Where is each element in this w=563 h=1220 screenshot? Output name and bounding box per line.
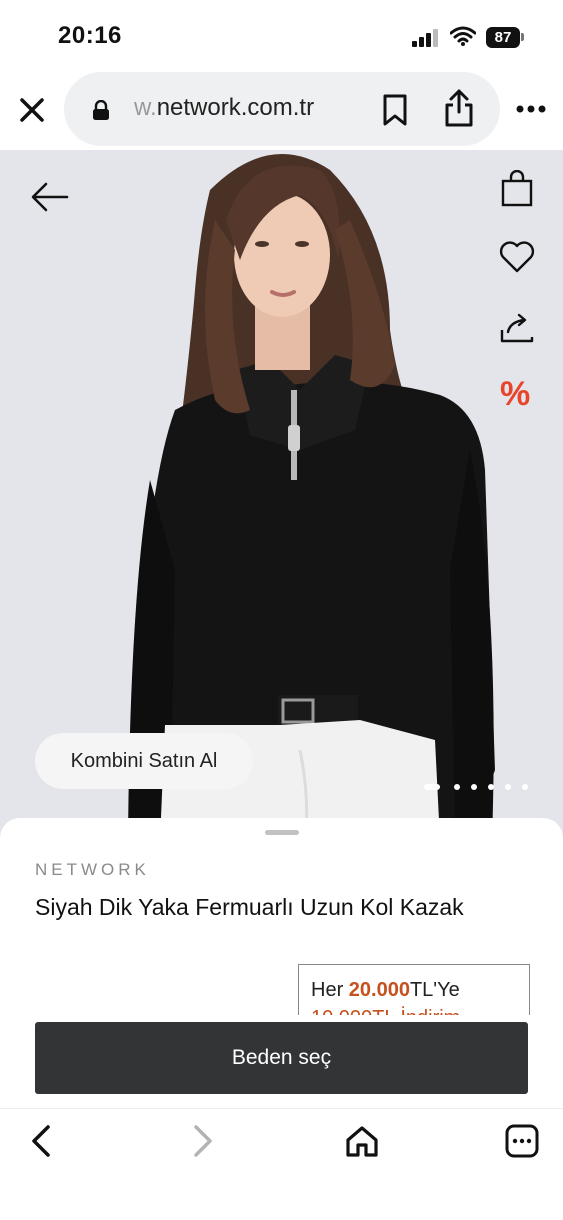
share-icon[interactable] — [444, 88, 474, 128]
close-icon[interactable] — [16, 94, 48, 126]
promo-amount: 20.000 — [348, 979, 410, 1001]
promo-box: Her 20.000TL'Ye 10.000TL İndirim — [298, 964, 530, 1015]
browser-url-bar: w.network.com.tr — [0, 70, 563, 150]
share-icon[interactable] — [498, 308, 536, 346]
back-icon[interactable] — [24, 1123, 60, 1159]
carousel-dot[interactable] — [471, 784, 477, 790]
shopping-bag-icon[interactable] — [498, 170, 536, 208]
promo-prefix: Her — [311, 979, 349, 1001]
battery-indicator: 87 — [486, 27, 520, 48]
carousel-dot[interactable] — [522, 784, 528, 790]
browser-toolbar — [0, 1108, 563, 1220]
brand-name: NETWORK — [35, 860, 150, 879]
heart-icon[interactable] — [498, 238, 536, 276]
product-title: Siyah Dik Yaka Fermuarlı Uzun Kol Kazak — [35, 894, 464, 920]
carousel-dot-active[interactable] — [424, 784, 440, 790]
promo-suffix: TL'Ye — [409, 979, 460, 1001]
carousel-dot[interactable] — [454, 784, 460, 790]
back-arrow-icon[interactable] — [30, 180, 70, 214]
carousel-dot[interactable] — [488, 784, 494, 790]
product-image-carousel[interactable]: % Kombini Satın Al — [0, 150, 563, 840]
status-bar: 20:16 87 — [0, 0, 563, 70]
url-domain: network.com.tr — [156, 94, 315, 121]
forward-icon[interactable] — [184, 1123, 220, 1159]
home-icon[interactable] — [344, 1123, 380, 1159]
url-text: w.network.com.tr — [134, 94, 314, 122]
bookmark-icon[interactable] — [382, 94, 408, 126]
sheet-drag-handle[interactable] — [265, 830, 299, 835]
carousel-dot[interactable] — [505, 784, 511, 790]
status-time: 20:16 — [58, 22, 122, 49]
buy-combo-button[interactable]: Kombini Satın Al — [35, 733, 253, 789]
tabs-icon[interactable] — [504, 1123, 540, 1159]
address-field[interactable]: w.network.com.tr — [64, 72, 500, 146]
lock-icon — [93, 100, 109, 120]
select-size-button[interactable]: Beden seç — [35, 1022, 528, 1094]
promo-line: Her 20.000TL'Ye — [311, 979, 460, 1002]
cellular-signal-icon — [412, 29, 438, 47]
more-options-icon[interactable] — [515, 104, 547, 114]
url-prefix: w. — [134, 94, 157, 121]
product-info-sheet: NETWORK Siyah Dik Yaka Fermuarlı Uzun Ko… — [0, 818, 563, 1118]
wifi-icon — [450, 26, 476, 46]
percent-icon[interactable]: % — [500, 375, 530, 414]
promo-line-2: 10.000TL İndirim — [311, 1007, 460, 1015]
battery-tip — [521, 33, 524, 41]
